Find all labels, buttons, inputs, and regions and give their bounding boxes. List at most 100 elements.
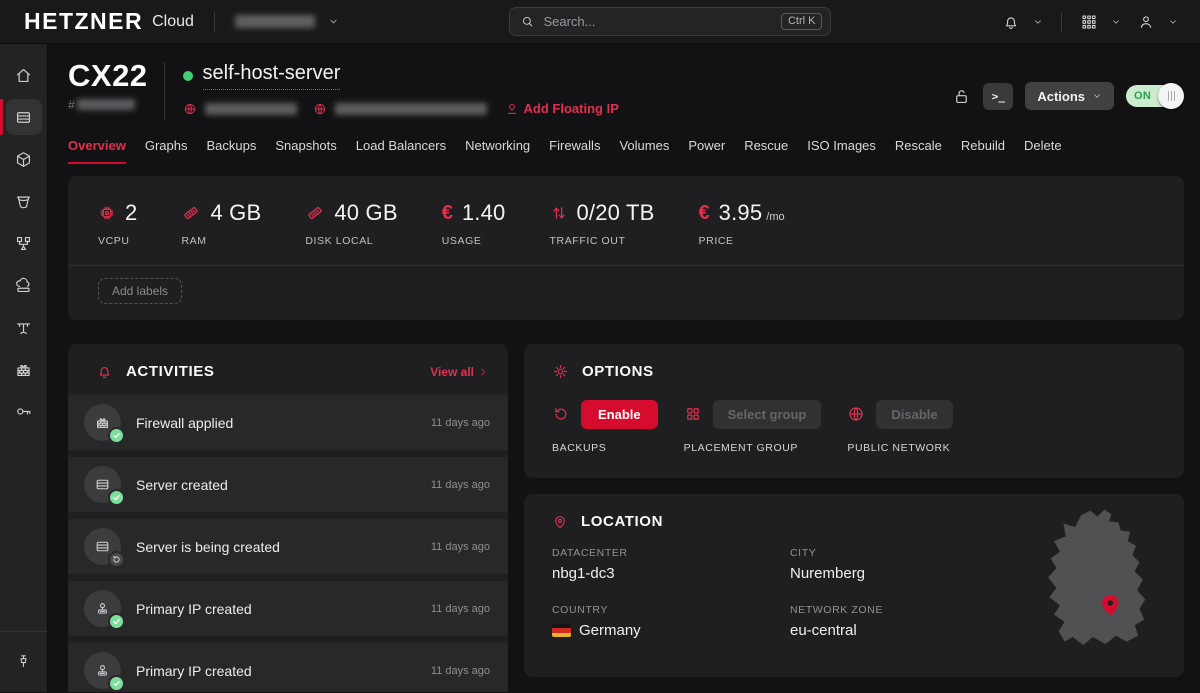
chevron-down-icon [1033,17,1043,27]
tab-graphs[interactable]: Graphs [145,138,188,164]
sidebar-item-servers[interactable] [0,96,47,138]
germany-flag-icon [552,624,571,637]
country-value: Germany [579,622,641,639]
labels-row: Add labels [68,266,1184,320]
bucket-icon [6,183,42,219]
server-name[interactable]: self-host-server [203,62,341,90]
activity-row[interactable]: Server is being created 11 days ago [68,519,508,574]
network-zone-label: NETWORK ZONE [790,604,984,616]
view-all-label: View all [430,365,474,379]
redacted-ipv4 [205,103,297,115]
stat-label: TRAFFIC OUT [550,235,655,247]
tab-rebuild[interactable]: Rebuild [961,138,1005,164]
sidebar-item-networks[interactable] [0,306,47,348]
notifications-menu[interactable] [1002,13,1043,31]
topbar: HETZNER Cloud Search... Ctrl K [0,0,1200,44]
bell-icon [1002,13,1020,31]
sidebar-item-home[interactable] [0,54,47,96]
redacted-project-name [235,15,315,28]
topbar-divider [214,12,215,32]
tab-rescue[interactable]: Rescue [744,138,788,164]
public-network-group: Disable PUBLIC NETWORK [847,399,952,454]
server-type: CX22 [68,60,148,93]
tab-iso-images[interactable]: ISO Images [807,138,876,164]
home-icon [6,57,42,93]
activity-time: 11 days ago [431,479,490,491]
add-floating-ip-link[interactable]: Add Floating IP [505,101,619,116]
activity-row[interactable]: Primary IP created 11 days ago [68,643,508,692]
topbar-divider [1061,12,1062,32]
ip-row: Add Floating IP [183,101,619,116]
tab-rescale[interactable]: Rescale [895,138,942,164]
placement-group: Select group PLACEMENT GROUP [684,399,822,454]
activities-panel: ACTIVITIES View all [68,344,508,692]
project-selector[interactable] [235,15,339,28]
unlock-icon[interactable] [952,87,971,106]
stat-vcpu: 2 VCPU [98,200,137,247]
city-label: CITY [790,547,984,559]
tab-networking[interactable]: Networking [465,138,530,164]
activity-avatar [84,590,121,627]
search-wrap: Search... Ctrl K [339,7,1002,36]
activity-avatar [84,528,121,565]
tab-power[interactable]: Power [688,138,725,164]
sidebar-item-security[interactable] [0,390,47,432]
network-zone-value: eu-central [790,622,984,639]
activity-avatar [84,404,121,441]
power-toggle[interactable]: ON [1126,84,1184,108]
tab-volumes[interactable]: Volumes [619,138,669,164]
tab-firewalls[interactable]: Firewalls [549,138,600,164]
server-icon [6,99,42,135]
apps-grid-icon [1080,13,1098,31]
enable-backups-button[interactable]: Enable [581,400,658,429]
sidebar-item-floating-ips[interactable] [0,264,47,306]
cube-icon [6,141,42,177]
activity-row[interactable]: Firewall applied 11 days ago [68,395,508,450]
select-group-button[interactable]: Select group [713,400,822,429]
console-button[interactable]: >_ [983,83,1013,110]
activities-title: ACTIVITIES [126,363,215,380]
datacenter-label: DATACENTER [552,547,790,559]
disable-public-network-button[interactable]: Disable [876,400,952,429]
apps-menu[interactable] [1080,13,1121,31]
options-panel: OPTIONS Enable BACKUPS [524,344,1184,478]
activity-time: 11 days ago [431,603,490,615]
activity-row[interactable]: Server created 11 days ago [68,457,508,512]
tab-delete[interactable]: Delete [1024,138,1062,164]
sidebar-item-load-balancers[interactable] [0,222,47,264]
hetzner-logo[interactable]: HETZNER [24,8,143,35]
location-pin-icon [552,514,568,530]
tab-snapshots[interactable]: Snapshots [275,138,336,164]
stat-usage: € 1.40 USAGE [442,200,506,247]
stat-ram: 4 GB RAM [181,200,261,247]
sidebar-item-images[interactable] [0,138,47,180]
tab-backups[interactable]: Backups [206,138,256,164]
stat-label: PRICE [699,235,785,247]
actions-button[interactable]: Actions [1025,82,1114,110]
location-panel: LOCATION DATACENTER nbg1-dc3 CITY Nuremb… [524,494,1184,677]
tab-load-balancers[interactable]: Load Balancers [356,138,446,164]
account-menu[interactable] [1137,13,1178,31]
disk-icon [305,203,325,223]
chevron-down-icon [1168,17,1178,27]
activity-row[interactable]: Primary IP created 11 days ago [68,581,508,636]
search-input[interactable]: Search... Ctrl K [509,7,831,36]
options-title: OPTIONS [582,363,654,380]
view-all-link[interactable]: View all [430,365,488,379]
sidebar-item-pin[interactable] [0,640,47,682]
stats-panel: 2 VCPU 4 GB RAM [68,176,1184,320]
sidebar-item-firewalls[interactable] [0,348,47,390]
toggle-knob [1158,83,1184,109]
backups-group: Enable BACKUPS [552,399,658,454]
sidebar-item-storage[interactable] [0,180,47,222]
add-labels-button[interactable]: Add labels [98,278,182,304]
search-placeholder: Search... [543,14,781,29]
activity-title: Primary IP created [136,601,431,617]
public-network-label: PUBLIC NETWORK [847,442,952,454]
options-body: Enable BACKUPS Select group [524,395,1184,478]
success-badge-icon [108,427,125,444]
tab-overview[interactable]: Overview [68,138,126,164]
stat-disk: 40 GB DISK LOCAL [305,200,397,247]
search-shortcut-badge: Ctrl K [781,13,823,30]
activity-title: Firewall applied [136,415,431,431]
